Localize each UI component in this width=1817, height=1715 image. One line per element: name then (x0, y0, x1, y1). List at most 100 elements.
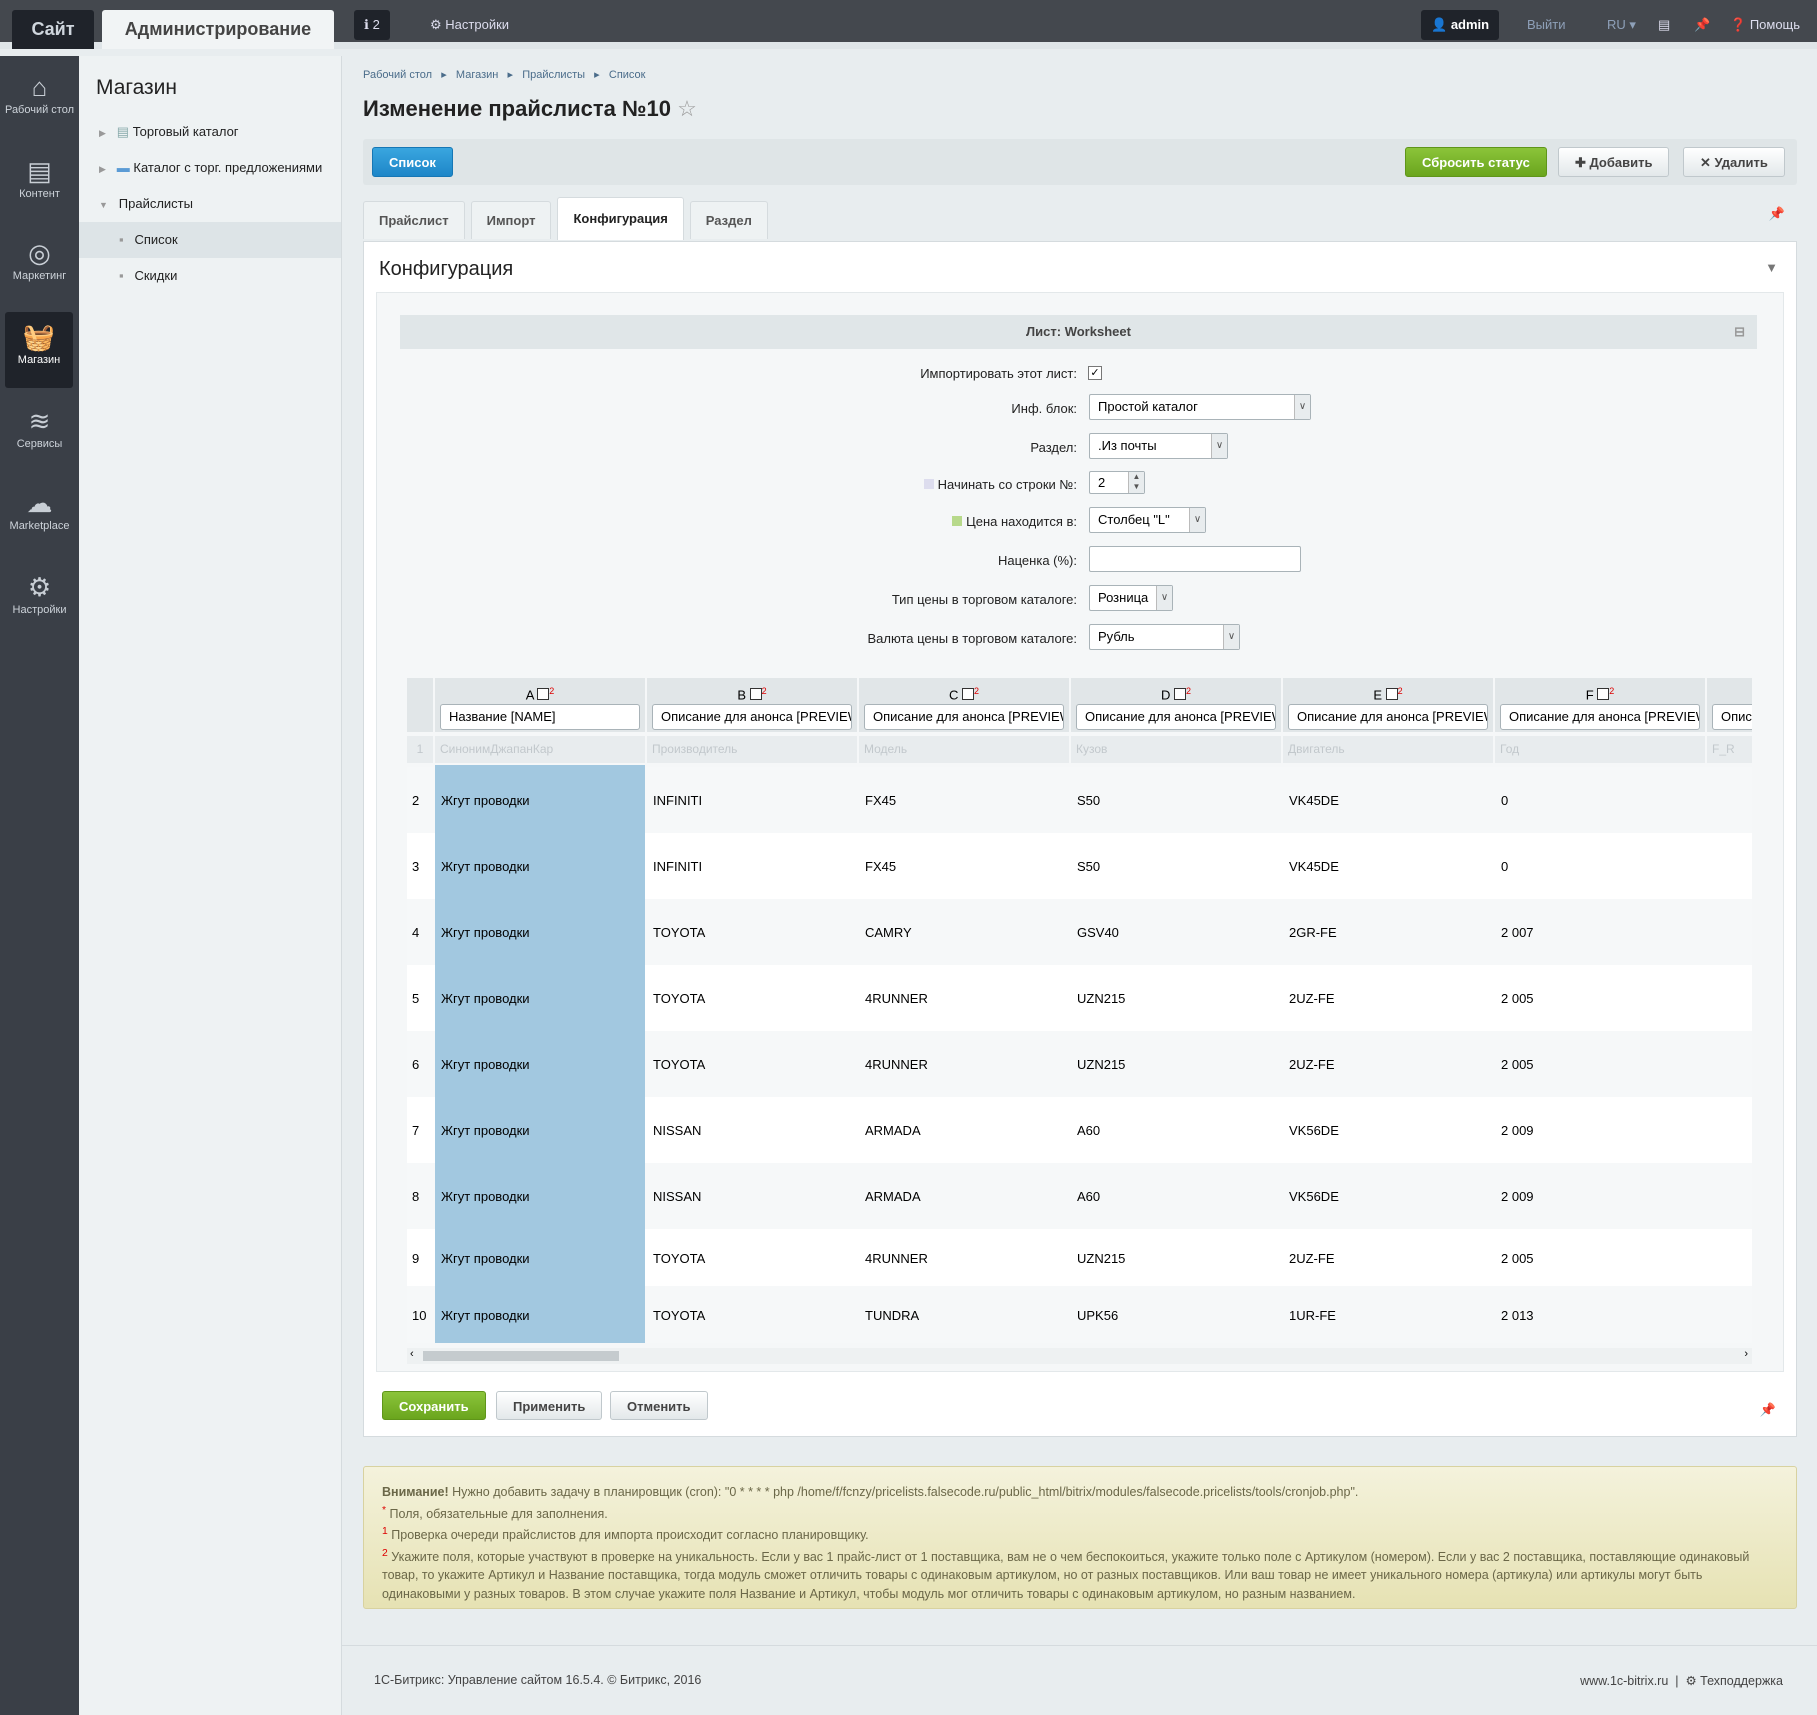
help-label: Помощь (1749, 17, 1801, 32)
field-select[interactable]: Название [NAME] (440, 704, 640, 730)
collapse-icon[interactable]: ▼ (1765, 260, 1778, 275)
nav-marketplace[interactable]: ☁ Marketplace (0, 478, 79, 554)
field-select[interactable]: Описание для анонса [PREVIEW_TEXT] (1500, 704, 1700, 730)
menu-item-pricelists[interactable]: ▼ Прайслисты (79, 186, 341, 222)
keyboard-icon[interactable]: ▤ (1658, 10, 1670, 40)
help-button[interactable]: ❓ Помощь (1730, 10, 1800, 40)
menu-item-list[interactable]: ▪ Список (79, 222, 341, 258)
crumb-list[interactable]: Список (609, 69, 646, 81)
unique-checkbox[interactable] (537, 688, 550, 701)
unique-checkbox[interactable] (962, 688, 974, 701)
table-cell: 2 009 (1501, 1123, 1534, 1138)
save-button[interactable]: Сохранить (382, 1391, 486, 1420)
scroll-right-icon[interactable]: › (1744, 1348, 1748, 1360)
field-select[interactable]: Описание для анонса [PREVIEW_TEXT] (864, 704, 1064, 730)
footnote-marker: 2 (1186, 686, 1192, 696)
start-row-stepper[interactable]: 2 ▲ ▼ (1089, 471, 1145, 494)
unique-checkbox[interactable] (749, 688, 762, 701)
field-select[interactable]: Описание для анонса [PREVIEW_TEXT] (1288, 704, 1488, 730)
settings-label: Настройки (445, 17, 510, 32)
horizontal-scrollbar[interactable]: ‹ › (407, 1348, 1752, 1364)
tab-configuration[interactable]: Конфигурация (557, 197, 684, 240)
field-select[interactable]: Описание (1712, 704, 1752, 730)
star-icon[interactable]: ☆ (677, 96, 697, 121)
table-cell: 2 009 (1501, 1189, 1534, 1204)
nav-label: Marketplace (9, 520, 70, 532)
table-cell: UPK56 (1077, 1307, 1119, 1323)
tab-import[interactable]: Импорт (470, 201, 552, 239)
price-column-select[interactable]: Столбец "L" ∨ (1089, 507, 1206, 533)
price-type-select[interactable]: Розница ∨ (1089, 585, 1173, 611)
menu-item-discounts[interactable]: ▪ Скидки (79, 258, 341, 294)
tab-bar: Прайслист Импорт Конфигурация Раздел (363, 197, 774, 240)
bitrix-site-link[interactable]: www.1c-bitrix.ru (1580, 1674, 1668, 1688)
scrollbar-thumb[interactable] (423, 1351, 619, 1361)
table-cell: 2 005 (1501, 991, 1534, 1006)
site-tab[interactable]: Сайт (12, 10, 94, 49)
menu-label: Прайслисты (118, 196, 193, 211)
sample-text: Год (1500, 742, 1520, 756)
nav-services[interactable]: ≋ Сервисы (0, 396, 79, 472)
admin-tab[interactable]: Администрирование (102, 10, 334, 49)
row-number: 4 (412, 925, 420, 940)
nav-settings[interactable]: ⚙ Настройки (0, 562, 79, 638)
nav-shop[interactable]: 🧺 Магазин (5, 312, 73, 388)
support-link[interactable]: Техподдержка (1700, 1674, 1783, 1688)
scroll-left-icon[interactable]: ‹ (410, 1348, 414, 1360)
warning-text: Нужно добавить задачу в планировщик (cro… (448, 1485, 1359, 1499)
field-select[interactable]: Описание для анонса [PREVIEW_TEXT] (1076, 704, 1276, 730)
unique-checkbox[interactable] (1385, 688, 1398, 701)
markup-input[interactable] (1089, 546, 1301, 572)
logout-link[interactable]: Выйти (1527, 10, 1566, 40)
column-letter: D (1160, 687, 1171, 703)
apply-button[interactable]: Применить (496, 1391, 603, 1420)
chevron-down-icon: ∨ (1156, 586, 1172, 610)
minimize-icon[interactable]: ⊟ (1734, 315, 1745, 349)
note-1-text: Проверка очереди прайслистов для импорта… (391, 1528, 869, 1543)
crumb-pricelists[interactable]: Прайслисты (522, 69, 585, 81)
cancel-button[interactable]: Отменить (610, 1391, 708, 1420)
footnote-marker: 2 (549, 686, 555, 696)
language-select[interactable]: RU ▾ (1607, 10, 1636, 40)
table-cell: Жгут проводки (441, 991, 530, 1006)
pin-icon[interactable]: 📌 (1694, 10, 1710, 40)
pin-icon[interactable]: 📌 (1760, 1402, 1776, 1418)
table-cell: TUNDRA (865, 1307, 920, 1323)
user-button[interactable]: 👤 admin (1421, 10, 1500, 40)
table-cell: 2 013 (1501, 1307, 1534, 1323)
pin-icon[interactable]: 📌 (1769, 206, 1785, 222)
table-cell: 0 (1501, 793, 1509, 808)
table-cell: 2UZ-FE (1289, 991, 1335, 1006)
reset-status-button[interactable]: Сбросить статус (1405, 147, 1547, 177)
menu-item-offers-catalog[interactable]: ▶ ▬ Каталог с торг. предложениями (79, 150, 341, 186)
table-cell: ARMADA (865, 1189, 921, 1204)
crumb-shop[interactable]: Магазин (456, 69, 498, 81)
nav-label: Маркетинг (12, 270, 67, 282)
price-type-value: Розница (1098, 590, 1149, 605)
menu-item-catalog[interactable]: ▶ ▤ Торговый каталог (79, 114, 341, 150)
field-select[interactable]: Описание для анонса [PREVIEW_TEXT] (652, 704, 852, 730)
delete-button[interactable]: ✕ Удалить (1683, 147, 1785, 177)
tab-section[interactable]: Раздел (689, 201, 768, 239)
import-checkbox[interactable]: ✓ (1088, 366, 1102, 380)
iblock-select[interactable]: Простой каталог ∨ (1089, 394, 1311, 420)
tab-pricelist[interactable]: Прайслист (363, 201, 465, 239)
crumb-desktop[interactable]: Рабочий стол (363, 69, 432, 81)
unique-checkbox[interactable] (1597, 688, 1610, 701)
add-button[interactable]: ✚ Добавить (1558, 147, 1670, 177)
top-bar: Сайт Администрирование ℹ 2 ⚙ Настройки 👤… (0, 0, 1817, 49)
section-select[interactable]: .Из почты ∨ (1089, 433, 1228, 459)
list-button[interactable]: Список (372, 147, 453, 177)
nav-content[interactable]: ▤ Контент (0, 146, 79, 222)
unique-checkbox[interactable] (1174, 688, 1186, 701)
nav-desktop[interactable]: ⌂ Рабочий стол (0, 62, 79, 138)
notifications-button[interactable]: ℹ 2 (354, 10, 390, 40)
settings-button[interactable]: ⚙ Настройки (430, 10, 509, 40)
currency-select[interactable]: Рубль ∨ (1089, 624, 1240, 650)
chevron-down-icon: ∨ (1211, 434, 1227, 458)
table-cell: FX45 (865, 859, 897, 874)
table-cell: NISSAN (653, 1123, 702, 1138)
sample-text: F_R (1712, 742, 1735, 756)
column-header: B 2 Описание для анонса [PREVIEW_TEXT] (647, 678, 857, 732)
nav-marketing[interactable]: ◎ Маркетинг (0, 228, 79, 304)
